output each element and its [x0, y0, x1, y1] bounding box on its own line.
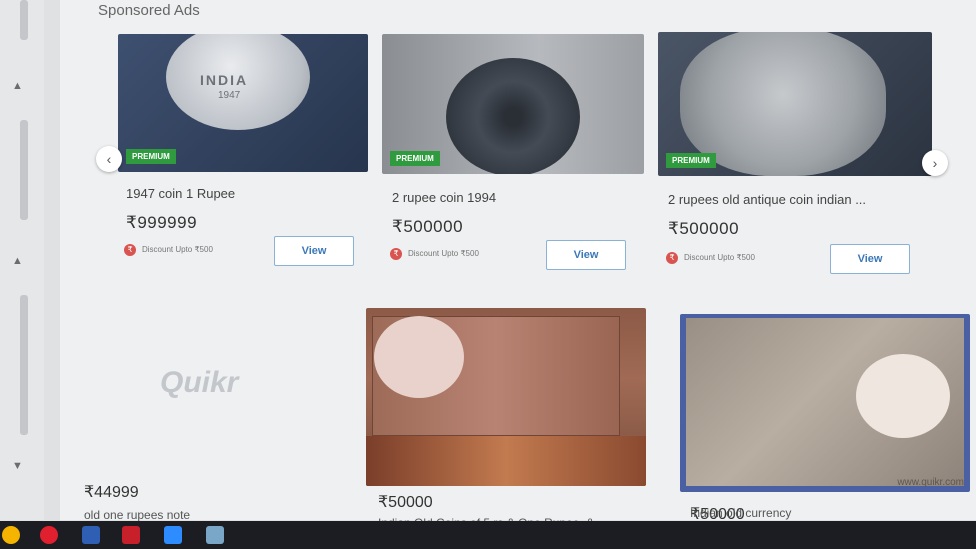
listing-price: ₹44999	[84, 484, 139, 501]
coin-image[interactable]: PREMIUM	[382, 34, 644, 174]
zoom-icon[interactable]	[164, 526, 182, 544]
coin-inscription: INDIA	[200, 72, 249, 88]
discount-row: ₹ Discount Upto ₹500	[666, 252, 755, 264]
premium-badge: PREMIUM	[666, 153, 716, 168]
file-explorer-icon[interactable]	[82, 526, 100, 544]
card-price: ₹500000	[668, 219, 740, 238]
coin-graphic: INDIA 1947	[166, 34, 310, 130]
listing-price: ₹50000	[378, 494, 433, 511]
listing-title[interactable]: old one rupees note	[84, 508, 190, 522]
acrobat-icon[interactable]	[122, 526, 140, 544]
banknote-image[interactable]: www.quikr.com	[680, 314, 970, 492]
scrollbar-thumb[interactable]	[20, 0, 28, 40]
listing-card[interactable]: Quikr ₹44999 old one rupees note	[80, 300, 350, 522]
quikr-watermark: www.quikr.com	[897, 477, 964, 488]
coin-image[interactable]: PREMIUM	[658, 32, 932, 176]
listing-card[interactable]: www.quikr.com ₹50000	[680, 314, 972, 523]
chevron-right-icon[interactable]: ›	[922, 150, 948, 176]
opera-icon[interactable]	[40, 526, 58, 544]
discount-text: Discount Upto ₹500	[684, 253, 755, 263]
coin-year: 1947	[218, 90, 241, 101]
premium-badge: PREMIUM	[126, 149, 176, 164]
app-icon[interactable]	[206, 526, 224, 544]
main-content: Sponsored Ads INDIA 1947 PREMIUM 1947 co…	[60, 0, 976, 530]
scrollbar-thumb[interactable]	[20, 120, 28, 220]
card-title[interactable]: 2 rupees old antique coin indian ...	[668, 192, 866, 207]
card-title[interactable]: 1947 coin 1 Rupee	[126, 186, 235, 201]
section-title: Sponsored Ads	[98, 2, 200, 19]
discount-row: ₹ Discount Upto ₹500	[390, 248, 479, 260]
listing-card[interactable]: ₹50000 Indian Old Coins of 5 rs & One Ru…	[366, 308, 648, 530]
left-scrollbar[interactable]: ▲ ▲ ▼	[0, 0, 44, 520]
view-button[interactable]: View	[830, 244, 910, 274]
view-button[interactable]: View	[546, 240, 626, 270]
sponsored-card[interactable]: PREMIUM 2 rupee coin 1994 ₹500000 ₹ Disco…	[382, 34, 644, 274]
coin-graphic	[446, 58, 580, 174]
discount-text: Discount Upto ₹500	[408, 249, 479, 259]
taskbar	[0, 521, 976, 549]
note-watermark-area	[374, 316, 464, 398]
card-price: ₹500000	[392, 217, 464, 236]
scroll-up-arrow-icon[interactable]: ▲	[12, 255, 23, 267]
card-price: ₹999999	[126, 213, 198, 232]
coin-image[interactable]: INDIA 1947 PREMIUM	[118, 34, 368, 172]
discount-text: Discount Upto ₹500	[142, 245, 213, 255]
note-watermark-area	[856, 354, 950, 438]
discount-tag-icon: ₹	[666, 252, 678, 264]
card-title[interactable]: 2 rupee coin 1994	[392, 190, 496, 205]
scrollbar-thumb[interactable]	[20, 295, 28, 435]
scroll-up-arrow-icon[interactable]: ▲	[12, 80, 23, 92]
listing-title[interactable]: Indian old currency	[690, 506, 791, 520]
view-button[interactable]: View	[274, 236, 354, 266]
discount-tag-icon: ₹	[390, 248, 402, 260]
banknote-image[interactable]	[366, 308, 646, 486]
wood-surface	[366, 436, 646, 486]
sponsored-card[interactable]: PREMIUM 2 rupees old antique coin indian…	[658, 32, 934, 278]
chevron-left-icon[interactable]: ‹	[96, 146, 122, 172]
scroll-down-arrow-icon[interactable]: ▼	[12, 460, 23, 472]
chrome-icon[interactable]	[2, 526, 20, 544]
discount-tag-icon: ₹	[124, 244, 136, 256]
quikr-placeholder-logo: Quikr	[160, 366, 239, 399]
premium-badge: PREMIUM	[390, 151, 440, 166]
discount-row: ₹ Discount Upto ₹500	[124, 244, 213, 256]
sponsored-card[interactable]: INDIA 1947 PREMIUM 1947 coin 1 Rupee ₹99…	[118, 34, 368, 274]
